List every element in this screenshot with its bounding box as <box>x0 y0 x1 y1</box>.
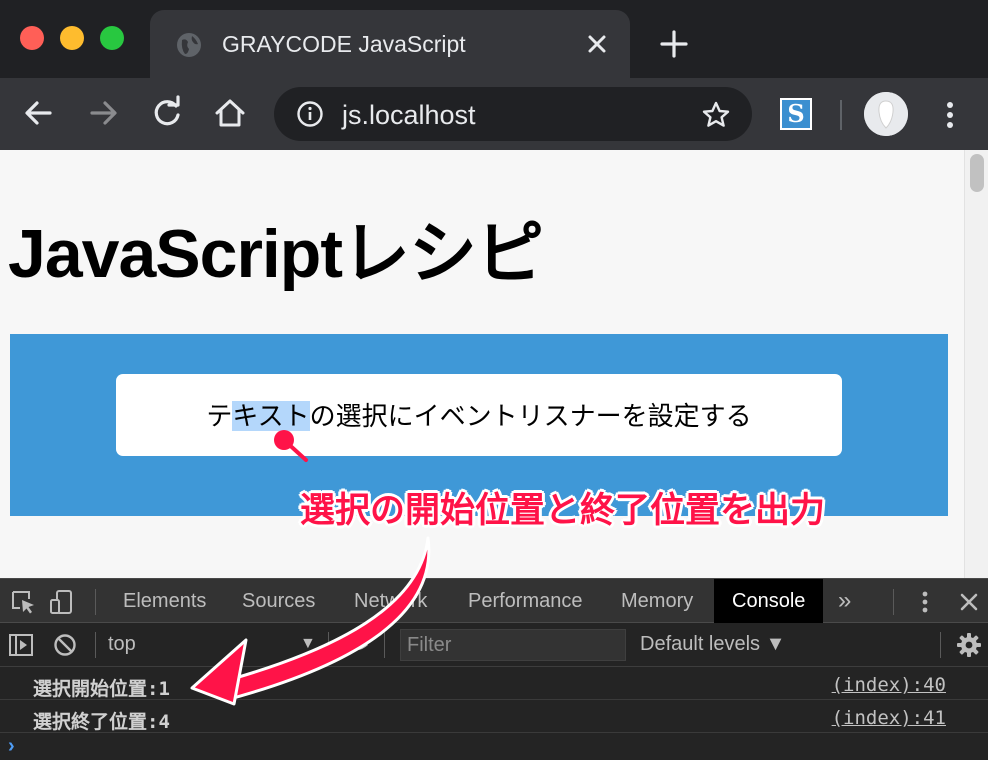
console-log-row: 選択開始位置:1 (index):40 <box>0 668 988 700</box>
close-icon[interactable] <box>582 29 612 59</box>
devtools-divider <box>384 632 385 658</box>
page-title: JavaScriptレシピ <box>8 216 544 292</box>
scrollbar-thumb[interactable] <box>970 154 984 192</box>
console-prompt[interactable]: › <box>8 735 15 758</box>
annotation-pin <box>274 430 308 462</box>
devtools-divider <box>328 632 329 658</box>
home-icon[interactable] <box>211 94 249 132</box>
context-selector[interactable]: top <box>108 633 136 656</box>
context-dropdown-arrow[interactable]: ▼ <box>300 635 316 653</box>
devtools-panel: Elements Sources Network Performance Mem… <box>0 578 988 760</box>
extension-icon[interactable]: S <box>780 98 812 130</box>
bookmark-star-icon[interactable] <box>700 99 732 131</box>
globe-icon <box>177 33 201 57</box>
address-bar[interactable]: js.localhost <box>274 87 752 141</box>
forward-icon[interactable] <box>84 94 122 132</box>
text-before: テ <box>206 401 233 431</box>
gear-icon[interactable] <box>956 632 982 658</box>
clear-console-icon[interactable] <box>52 632 78 658</box>
filter-input[interactable] <box>401 630 625 660</box>
filter-box[interactable] <box>400 629 626 661</box>
log-source-link[interactable]: (index):41 <box>832 707 946 729</box>
selectable-textbox[interactable]: テキストの選択にイベントリスナーを設定する <box>116 374 842 456</box>
tab-memory[interactable]: Memory <box>621 579 693 623</box>
reload-icon[interactable] <box>148 94 186 132</box>
profile-avatar[interactable] <box>864 92 908 136</box>
window-close-button[interactable] <box>20 26 44 50</box>
tab-strip: GRAYCODE JavaScript <box>0 0 988 78</box>
browser-tab[interactable]: GRAYCODE JavaScript <box>150 10 630 78</box>
devtools-divider <box>95 632 96 658</box>
log-message: 選択開始位置:1 <box>33 678 170 700</box>
window-maximize-button[interactable] <box>100 26 124 50</box>
log-source-link[interactable]: (index):40 <box>832 674 946 696</box>
page-viewport: JavaScriptレシピ テキストの選択にイベントリスナーを設定する 選択の開… <box>0 150 988 578</box>
browser-toolbar: js.localhost S <box>0 78 988 150</box>
tab-performance[interactable]: Performance <box>468 579 583 623</box>
selected-text: キスト <box>232 401 310 431</box>
textbox-text[interactable]: テキストの選択にイベントリスナーを設定する <box>116 396 842 433</box>
console-toolbar: top ▼ Default levels ▼ <box>0 623 988 667</box>
devtools-tab-bar: Elements Sources Network Performance Mem… <box>0 579 988 623</box>
tab-elements[interactable]: Elements <box>123 579 206 623</box>
page-scrollbar[interactable] <box>964 150 988 578</box>
window-minimize-button[interactable] <box>60 26 84 50</box>
info-icon[interactable] <box>296 100 324 128</box>
tab-sources[interactable]: Sources <box>242 579 315 623</box>
devtools-menu-icon[interactable] <box>912 589 938 615</box>
more-vert-icon[interactable] <box>936 96 964 134</box>
close-devtools-icon[interactable] <box>956 589 982 615</box>
log-message: 選択終了位置:4 <box>33 711 170 733</box>
devtools-divider <box>893 589 894 615</box>
eye-icon[interactable] <box>344 632 370 658</box>
log-levels-dropdown[interactable]: Default levels ▼ <box>640 633 785 656</box>
tab-network[interactable]: Network <box>354 579 427 623</box>
profile-icon <box>864 92 908 136</box>
tab-console[interactable]: Console <box>714 579 824 623</box>
toolbar-divider <box>840 100 842 130</box>
devtools-divider <box>940 632 941 658</box>
back-icon[interactable] <box>20 94 58 132</box>
show-sidebar-icon[interactable] <box>8 632 34 658</box>
tab-title: GRAYCODE JavaScript <box>222 31 466 57</box>
devtools-divider <box>95 589 96 615</box>
new-tab-button[interactable] <box>656 26 692 62</box>
annotation-callout: 選択の開始位置と終了位置を出力 <box>300 491 826 530</box>
url-text: js.localhost <box>342 100 476 130</box>
device-toolbar-icon[interactable] <box>48 589 74 615</box>
inspect-element-icon[interactable] <box>10 589 36 615</box>
more-tabs-button[interactable]: » <box>838 579 851 623</box>
text-after: の選択にイベントリスナーを設定する <box>309 401 752 431</box>
console-log-row: 選択終了位置:4 (index):41 <box>0 701 988 733</box>
